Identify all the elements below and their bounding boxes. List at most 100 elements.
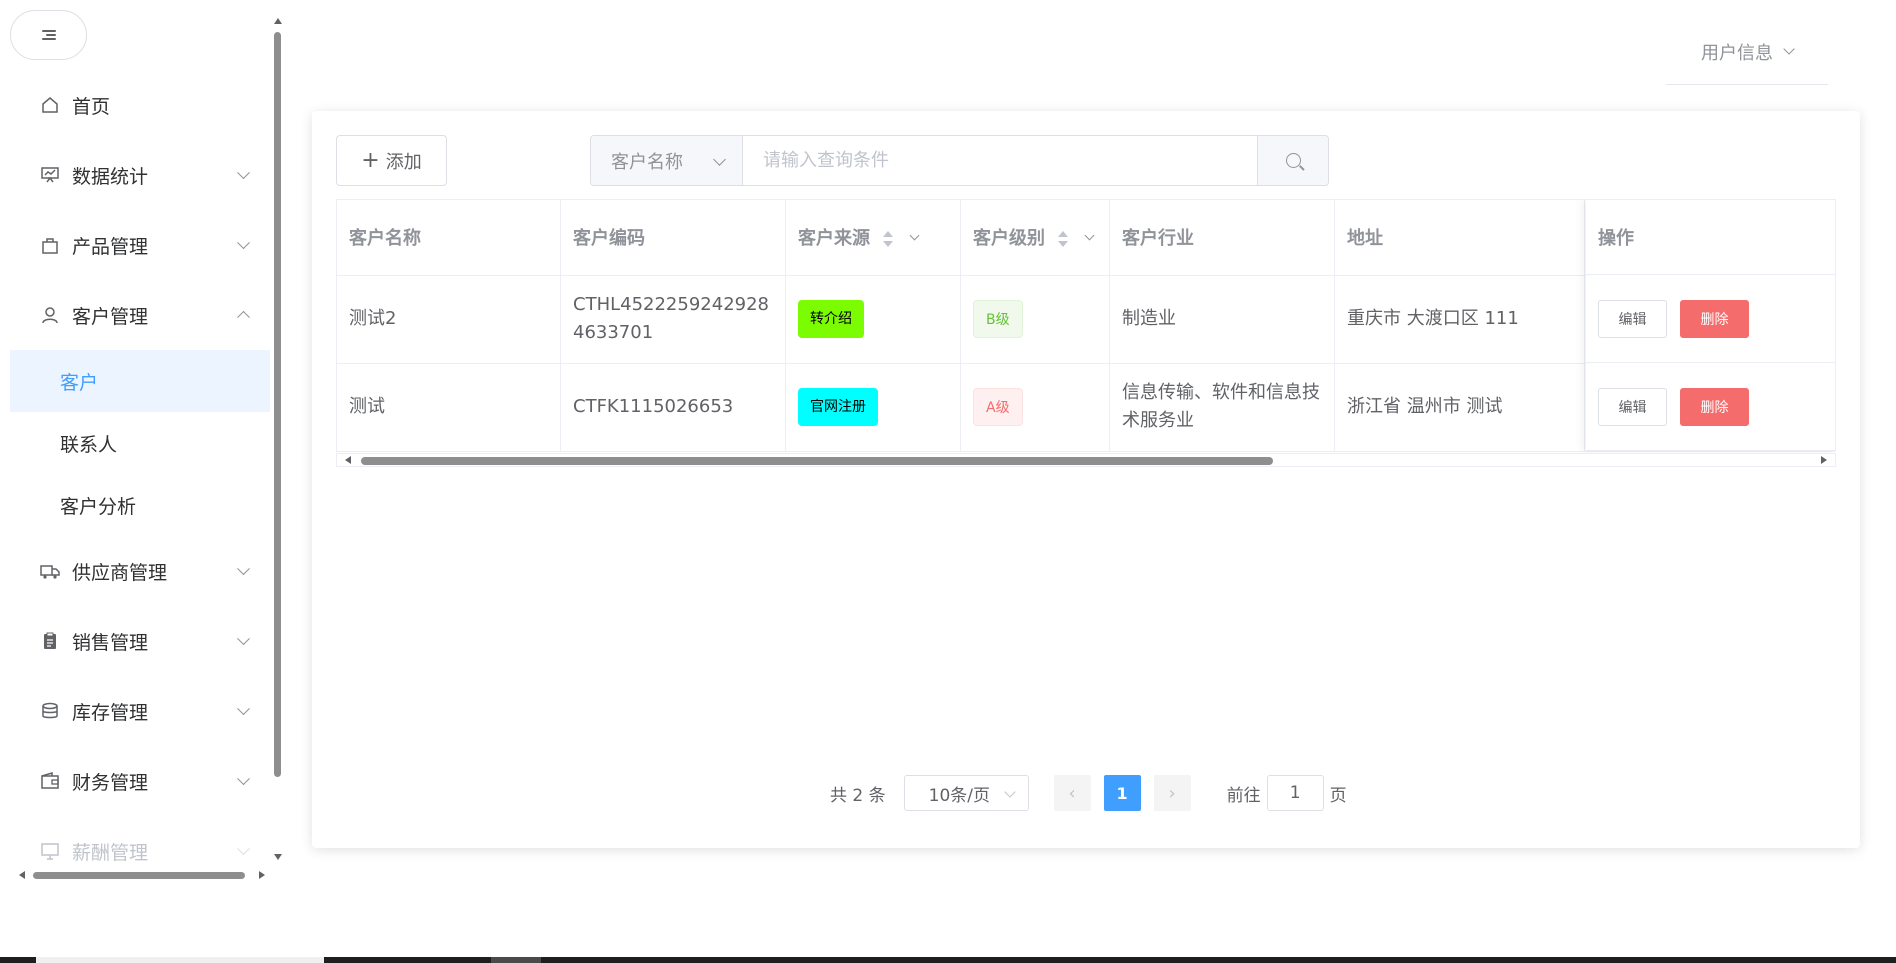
cell-customer-level: A级: [960, 363, 1110, 452]
app-root: 首页 数据统计 产品管理 客户管理 客户 联系人 客户分析 供应商管理 销售管理…: [0, 0, 1896, 963]
cell-customer-code: CTHL45222592429284633701: [560, 275, 786, 364]
sidebar-item-label: 首页: [72, 95, 111, 118]
chevron-down-icon: [1003, 786, 1016, 798]
scroll-down-icon[interactable]: [274, 854, 282, 860]
scroll-left-icon[interactable]: [345, 456, 351, 464]
goto-page-input[interactable]: [1266, 775, 1324, 811]
sidebar-subitem-contacts[interactable]: 联系人: [10, 412, 270, 474]
customer-list-card: + 添加 客户名称 客户名称 客户编码: [312, 111, 1860, 848]
sidebar-item-products[interactable]: 产品管理: [10, 210, 270, 280]
sidebar-subitem-label: 客户: [60, 371, 99, 394]
page-number-current[interactable]: 1: [1103, 775, 1141, 811]
cell-customer-address: 重庆市 大渡口区 111: [1334, 275, 1585, 364]
edit-button[interactable]: 编辑: [1598, 299, 1667, 338]
delete-button[interactable]: 删除: [1680, 387, 1749, 426]
goto-prefix: 前往: [1226, 785, 1261, 806]
column-header-label: 客户行业: [1122, 228, 1194, 250]
sidebar-item-suppliers[interactable]: 供应商管理: [10, 536, 270, 606]
scrollbar-thumb[interactable]: [33, 872, 245, 879]
scrollbar-thumb[interactable]: [361, 457, 1273, 465]
shopping-bag-icon: [40, 235, 60, 255]
chevron-down-icon: [237, 236, 250, 250]
search-field-select[interactable]: 客户名称: [591, 136, 743, 185]
fixed-actions-column: 操作 编辑 删除 编辑 删除: [1586, 200, 1836, 451]
sidebar-subitem-label: 客户分析: [60, 495, 137, 518]
level-tag: A级: [973, 388, 1023, 426]
sidebar-subitem-customer[interactable]: 客户: [10, 350, 270, 412]
chevron-down-icon: [237, 702, 250, 716]
cell-customer-address: 浙江省 温州市 测试: [1334, 363, 1585, 452]
customer-code-text: CTHL45222592429284633701: [573, 294, 770, 343]
filter-chevron-icon[interactable]: [909, 230, 920, 241]
add-button-label: 添加: [385, 151, 422, 173]
sidebar-item-statistics[interactable]: 数据统计: [10, 140, 270, 210]
table-row-actions: 编辑 删除: [1586, 363, 1836, 451]
scrollbar-thumb[interactable]: [274, 32, 281, 777]
chevron-down-icon: [237, 562, 250, 576]
search-button[interactable]: [1257, 136, 1328, 185]
chevron-left-icon: ‹: [1068, 782, 1076, 804]
menu-fold-icon: [41, 30, 56, 40]
sidebar-subitem-customer-analysis[interactable]: 客户分析: [10, 474, 270, 536]
sidebar-item-label: 薪酬管理: [72, 841, 149, 864]
chevron-down-icon: [237, 772, 250, 786]
scroll-right-icon[interactable]: [1821, 456, 1827, 464]
prev-page-button[interactable]: ‹: [1053, 775, 1091, 811]
search-field-label: 客户名称: [611, 151, 683, 173]
sidebar-item-label: 销售管理: [72, 631, 149, 654]
page-size-select[interactable]: 10条/页: [903, 775, 1029, 811]
next-page-button[interactable]: ›: [1153, 775, 1191, 811]
taskbar-segment: [491, 957, 541, 963]
presentation-icon: [40, 165, 60, 185]
column-header-label: 地址: [1347, 228, 1383, 250]
delete-button[interactable]: 删除: [1680, 299, 1749, 338]
taskbar-strip: [0, 957, 1896, 963]
cell-customer-name: 测试: [336, 363, 561, 452]
home-icon: [40, 95, 60, 115]
sidebar-item-inventory[interactable]: 库存管理: [10, 676, 270, 746]
scroll-left-icon[interactable]: [19, 871, 25, 879]
column-header-code: 客户编码: [560, 200, 786, 276]
scroll-right-icon[interactable]: [259, 871, 265, 879]
search-input[interactable]: [743, 136, 1257, 185]
column-header-label: 客户级别: [973, 228, 1045, 250]
source-tag: 官网注册: [798, 388, 878, 426]
sidebar-menu: 首页 数据统计 产品管理 客户管理 客户 联系人 客户分析 供应商管理 销售管理…: [10, 70, 270, 886]
chevron-up-icon: [237, 310, 250, 324]
sidebar-item-finance[interactable]: 财务管理: [10, 746, 270, 816]
sidebar-vertical-scrollbar[interactable]: [271, 12, 285, 860]
sidebar-subitem-label: 联系人: [60, 433, 118, 456]
sidebar-item-label: 产品管理: [72, 235, 149, 258]
source-tag: 转介绍: [798, 300, 864, 338]
sidebar-item-customers[interactable]: 客户管理: [10, 280, 270, 350]
pagination-total: 共 2 条: [830, 785, 886, 806]
level-tag: B级: [973, 300, 1023, 338]
sidebar: 首页 数据统计 产品管理 客户管理 客户 联系人 客户分析 供应商管理 销售管理…: [0, 0, 285, 890]
chevron-down-icon: [237, 842, 250, 856]
add-button[interactable]: + 添加: [336, 135, 447, 186]
chevron-down-icon: [237, 632, 250, 646]
sidebar-item-home[interactable]: 首页: [10, 70, 270, 140]
truck-icon: [40, 561, 60, 581]
search-icon: [1285, 153, 1301, 168]
column-header-actions: 操作: [1586, 200, 1836, 275]
column-header-address: 地址: [1334, 200, 1585, 276]
filter-chevron-icon[interactable]: [1084, 230, 1095, 241]
taskbar-segment: [36, 957, 324, 963]
user-info-dropdown[interactable]: 用户信息: [1666, 20, 1828, 85]
sort-icon[interactable]: [882, 231, 894, 248]
column-header-level[interactable]: 客户级别: [960, 200, 1110, 276]
column-header-name: 客户名称: [336, 200, 561, 276]
sidebar-item-label: 库存管理: [72, 701, 149, 724]
sidebar-item-sales[interactable]: 销售管理: [10, 606, 270, 676]
table-horizontal-scrollbar[interactable]: [336, 453, 1836, 467]
sidebar-collapse-button[interactable]: [10, 10, 87, 60]
wallet-icon: [40, 771, 60, 791]
sidebar-horizontal-scrollbar[interactable]: [15, 868, 265, 882]
scroll-up-icon[interactable]: [274, 18, 282, 24]
sort-icon[interactable]: [1057, 231, 1069, 248]
edit-button[interactable]: 编辑: [1598, 387, 1667, 426]
column-header-label: 客户编码: [573, 228, 645, 250]
cell-customer-code: CTFK1115026653: [560, 363, 786, 452]
column-header-source[interactable]: 客户来源: [785, 200, 961, 276]
